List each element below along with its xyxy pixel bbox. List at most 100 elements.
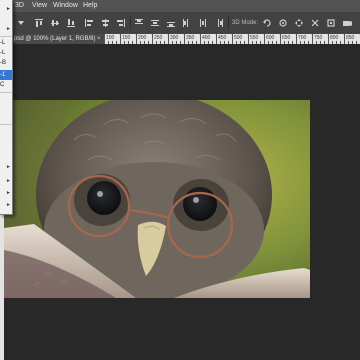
ruler-tick [344, 34, 345, 44]
ruler-minor-tick [332, 41, 333, 44]
ruler-tick [184, 34, 185, 44]
ruler-minor-tick [300, 41, 301, 44]
align-bottom-icon[interactable] [66, 18, 76, 28]
align-right-icon[interactable] [116, 18, 126, 28]
distribute-left-icon[interactable] [182, 18, 192, 28]
document-tab[interactable]: psd @ 100% (Layer 1, RGB/8) × [0, 34, 104, 44]
owl-photo [4, 100, 310, 298]
menu-separator [0, 92, 12, 93]
menu-item[interactable]: -L [0, 48, 12, 58]
ruler-tick [328, 34, 329, 44]
ruler-tick [264, 34, 265, 44]
ruler-minor-tick [156, 41, 157, 44]
ruler-minor-tick [236, 41, 237, 44]
ruler-minor-tick [148, 41, 149, 44]
ruler-label: 650 [282, 35, 291, 41]
ruler-minor-tick [108, 41, 109, 44]
distribute-bottom-icon[interactable] [166, 18, 176, 28]
ruler-label: 550 [250, 35, 259, 41]
ruler-minor-tick [292, 41, 293, 44]
ruler-label: 850 [346, 35, 355, 41]
close-icon[interactable]: × [97, 34, 101, 44]
ruler-tick [200, 34, 201, 44]
ruler-minor-tick [260, 41, 261, 44]
menu-item[interactable]: ► [0, 190, 12, 200]
dropdown-arrow-icon[interactable] [16, 18, 26, 28]
menu-bar: ter 3D View Window Help [0, 0, 360, 12]
ruler-minor-tick [164, 41, 165, 44]
horizontal-ruler: 100 150 200 250 300 350 400 450 500 550 600 650 700 7… [104, 34, 360, 44]
ruler-tick [120, 34, 121, 44]
menu-item[interactable]: ► [0, 178, 12, 188]
ruler-label: 300 [170, 35, 179, 41]
ruler-label: 250 [154, 35, 163, 41]
ruler-minor-tick [160, 41, 161, 44]
3d-camera-icon[interactable] [342, 18, 352, 28]
ruler-minor-tick [256, 41, 257, 44]
menu-item[interactable]: ► [0, 6, 12, 16]
ruler-minor-tick [176, 41, 177, 44]
ruler-minor-tick [128, 41, 129, 44]
dropdown-menu: ► ► -L -L -B -1 C ► ► ► ► [0, 0, 13, 215]
ruler-minor-tick [308, 41, 309, 44]
ruler-minor-tick [284, 41, 285, 44]
menu-item[interactable]: -B [0, 58, 12, 68]
menu-help[interactable]: Help [83, 1, 97, 11]
menu-view[interactable]: View [32, 1, 47, 11]
ruler-tick [104, 34, 105, 44]
ruler-minor-tick [340, 41, 341, 44]
ruler-minor-tick [124, 41, 125, 44]
menu-item[interactable]: ► [0, 202, 12, 212]
ruler-label: 100 [106, 35, 115, 41]
menu-item[interactable]: C [0, 80, 12, 90]
menu-item[interactable]: ► [0, 26, 12, 36]
3d-rotate-icon[interactable] [262, 18, 272, 28]
ruler-tick [296, 34, 297, 44]
ruler-minor-tick [352, 41, 353, 44]
ruler-minor-tick [212, 41, 213, 44]
align-vcenter-icon[interactable] [50, 18, 60, 28]
ruler-minor-tick [224, 41, 225, 44]
ruler-tick [312, 34, 313, 44]
distribute-vcenter-icon[interactable] [150, 18, 160, 28]
ruler-minor-tick [268, 41, 269, 44]
canvas-image[interactable] [4, 100, 310, 298]
options-bar: 3D Mode: [0, 12, 360, 35]
menu-separator [0, 36, 12, 37]
menu-item[interactable]: ► [0, 164, 12, 174]
menu-3d[interactable]: 3D [15, 1, 24, 11]
ruler-minor-tick [144, 41, 145, 44]
ruler-minor-tick [304, 41, 305, 44]
3d-roll-icon[interactable] [278, 18, 288, 28]
ruler-minor-tick [316, 41, 317, 44]
ruler-label: 600 [266, 35, 275, 41]
ruler-label: 700 [298, 35, 307, 41]
align-hcenter-icon[interactable] [100, 18, 110, 28]
align-left-icon[interactable] [84, 18, 94, 28]
ruler-label: 200 [138, 35, 147, 41]
menu-window[interactable]: Window [53, 1, 78, 11]
ruler-minor-tick [288, 41, 289, 44]
align-top-icon[interactable] [34, 18, 44, 28]
ruler-minor-tick [116, 41, 117, 44]
ruler-tick [280, 34, 281, 44]
ruler-minor-tick [132, 41, 133, 44]
ruler-minor-tick [180, 41, 181, 44]
ruler-minor-tick [348, 41, 349, 44]
ruler-minor-tick [244, 41, 245, 44]
3d-mode-label: 3D Mode: [232, 20, 259, 26]
3d-scale-icon[interactable] [326, 18, 336, 28]
ruler-minor-tick [204, 41, 205, 44]
ruler-label: 350 [186, 35, 195, 41]
ruler-tick [248, 34, 249, 44]
distribute-right-icon[interactable] [214, 18, 224, 28]
ruler-tick [136, 34, 137, 44]
menu-item[interactable]: -L [0, 38, 12, 48]
menu-item-highlighted[interactable]: -1 [0, 70, 12, 80]
3d-slide-icon[interactable] [310, 18, 320, 28]
distribute-hcenter-icon[interactable] [198, 18, 208, 28]
distribute-top-icon[interactable] [134, 18, 144, 28]
ruler-minor-tick [140, 41, 141, 44]
3d-pan-icon[interactable] [294, 18, 304, 28]
ruler-minor-tick [240, 41, 241, 44]
